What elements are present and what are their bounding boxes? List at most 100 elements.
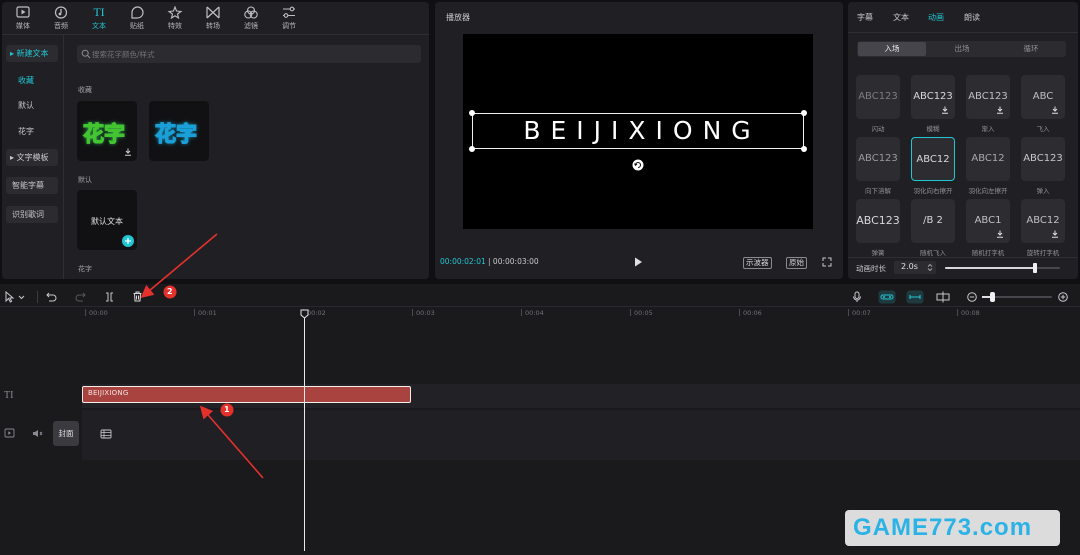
link-icon[interactable]	[906, 290, 924, 304]
zoom-slider[interactable]	[982, 292, 1052, 302]
add-icon[interactable]	[122, 235, 134, 247]
anim-cell[interactable]: ABC123	[856, 75, 900, 119]
playhead-handle[interactable]	[300, 309, 309, 319]
subtab-in[interactable]: 入场	[858, 42, 926, 56]
download-icon[interactable]	[996, 106, 1004, 114]
anim-label: 旋转打字机	[1026, 249, 1060, 257]
anim-cell[interactable]: ABC	[1021, 75, 1065, 119]
tab-effects[interactable]: 特效	[156, 6, 194, 31]
sidebar-item-new-text[interactable]: ▸ 新建文本	[6, 45, 58, 62]
tab-read-aloud[interactable]: 朗读	[964, 12, 980, 23]
rotate-icon[interactable]	[632, 159, 644, 171]
filmstrip-icon	[100, 429, 112, 439]
tab-text-style[interactable]: 文本	[893, 12, 909, 23]
redo-icon[interactable]	[75, 292, 86, 302]
download-icon[interactable]	[941, 106, 949, 114]
search-input[interactable]	[92, 47, 412, 61]
download-icon[interactable]	[1051, 230, 1059, 238]
mute-icon[interactable]	[32, 429, 43, 438]
zoom-out-icon[interactable]	[967, 292, 977, 302]
download-icon[interactable]	[1051, 106, 1059, 114]
stepper-icon[interactable]	[927, 263, 933, 272]
toolbar-separator	[37, 291, 38, 303]
tab-transition[interactable]: 转场	[194, 6, 232, 31]
sidebar-item-smart-caption[interactable]: 智能字幕	[6, 177, 58, 194]
anim-label: 弹入	[1036, 187, 1050, 195]
download-icon[interactable]	[124, 148, 132, 156]
section-favorites-label: 收藏	[78, 86, 92, 94]
section-default-label: 默认	[78, 176, 92, 184]
huazi-thumb-1[interactable]: 花字	[77, 101, 137, 161]
ruler-tick-label: 00:01	[198, 309, 217, 317]
huazi-thumb-2[interactable]: 花字	[149, 101, 209, 161]
cover-button[interactable]: 封面	[53, 421, 79, 446]
anim-cell-selected[interactable]: ABC12	[911, 137, 955, 181]
split-icon[interactable]	[104, 292, 115, 302]
tab-media[interactable]: 媒体	[4, 6, 42, 31]
duration-value: 2.0s	[901, 262, 918, 271]
anim-cell[interactable]: ABC12	[966, 137, 1010, 181]
anim-cell-text: ABC1	[974, 215, 1002, 226]
tab-animation[interactable]: 动画	[928, 12, 944, 23]
zoom-slider-thumb[interactable]	[990, 292, 995, 302]
ruler-tick-mark	[521, 309, 522, 316]
anim-cell[interactable]: ABC123	[966, 75, 1010, 119]
ruler-tick-label: 00:04	[525, 309, 544, 317]
tab-subtitle[interactable]: 字幕	[857, 12, 873, 23]
anim-cell-text: ABC123	[858, 91, 898, 102]
sidebar-item-lyrics[interactable]: 识别歌词	[6, 206, 58, 223]
duration-slider-fill	[945, 267, 1035, 269]
tab-adjust[interactable]: 调节	[270, 6, 308, 31]
sidebar-item-text-template[interactable]: ▸ 文字模板	[6, 149, 58, 166]
subtab-loop[interactable]: 循环	[997, 42, 1065, 56]
tab-sticker[interactable]: 贴纸	[118, 6, 156, 31]
center-align-icon[interactable]	[936, 291, 950, 303]
duration-slider[interactable]	[945, 263, 1060, 273]
subtab-out[interactable]: 出场	[928, 42, 996, 56]
anim-cell[interactable]: ABC123	[911, 75, 955, 119]
sidebar-item-default[interactable]: 默认	[12, 97, 64, 114]
magnet-icon[interactable]	[878, 290, 896, 304]
anim-label: 羽化向右擦开	[913, 187, 953, 195]
tab-filter[interactable]: 滤镜	[232, 6, 270, 31]
duration-field[interactable]: 2.0s	[894, 261, 936, 274]
preview-text: BEIJIXIONG	[523, 116, 761, 145]
delete-icon[interactable]	[132, 291, 143, 302]
sidebar-item-favorites[interactable]: 收藏	[12, 72, 64, 89]
text-clip-label: BEIJIXIONG	[88, 389, 129, 397]
tab-audio[interactable]: 音频	[42, 6, 80, 31]
original-button[interactable]: 原始	[786, 257, 807, 269]
waveform-button[interactable]: 示波器	[743, 257, 772, 269]
default-text-thumb[interactable]: 默认文本	[77, 190, 137, 250]
microphone-icon[interactable]	[852, 291, 862, 303]
anim-cell-text: ABC	[1032, 91, 1054, 102]
anim-cell-text: ABC12	[916, 154, 950, 165]
tab-text[interactable]: TI 文本	[80, 6, 118, 31]
select-tool-icon[interactable]	[4, 291, 28, 303]
play-icon[interactable]	[634, 257, 643, 267]
anim-cell[interactable]: ABC123	[1021, 137, 1065, 181]
ruler-tick-mark	[739, 309, 740, 316]
duration-slider-thumb[interactable]	[1032, 263, 1037, 273]
anim-cell[interactable]: ABC123	[856, 199, 900, 243]
undo-icon[interactable]	[46, 292, 57, 302]
anim-label: 飞入	[1036, 125, 1050, 133]
anim-cell[interactable]: ABC1	[966, 199, 1010, 243]
anim-cell[interactable]: /B 2	[911, 199, 955, 243]
download-icon[interactable]	[996, 230, 1004, 238]
sidebar-item-huazi[interactable]: 花字	[12, 123, 64, 140]
anim-label: 渐入	[981, 125, 995, 133]
anim-cell[interactable]: ABC123	[856, 137, 900, 181]
zoom-in-icon[interactable]	[1058, 292, 1068, 302]
anim-cell-text: ABC123	[856, 214, 900, 227]
anim-cell[interactable]: ABC12	[1021, 199, 1065, 243]
fullscreen-icon[interactable]	[822, 257, 832, 267]
search-box[interactable]	[77, 45, 421, 63]
marker-2: 2	[167, 287, 173, 296]
text-clip[interactable]: BEIJIXIONG	[82, 386, 411, 403]
anim-cell-text: ABC123	[858, 153, 898, 164]
audio-icon	[42, 6, 80, 19]
media-icon	[4, 6, 42, 19]
anim-label: 模糊	[926, 125, 940, 133]
ruler[interactable]	[82, 307, 1080, 319]
